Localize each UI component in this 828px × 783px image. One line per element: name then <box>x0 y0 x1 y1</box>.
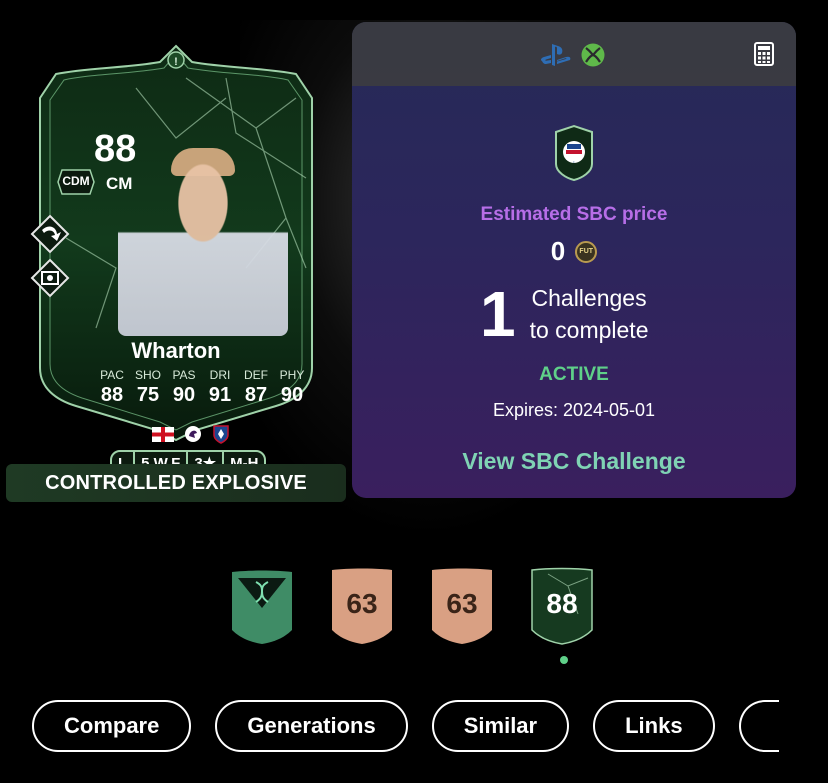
player-photo <box>118 146 288 336</box>
view-sbc-challenge-button[interactable]: View SBC Challenge <box>352 448 796 475</box>
platform-icons <box>540 42 606 68</box>
challenges-line-2: to complete <box>529 317 649 343</box>
calculator-icon[interactable] <box>754 42 774 66</box>
stat-phy: PHY 90 <box>279 368 305 406</box>
estimated-price-label: Estimated SBC price <box>480 204 668 225</box>
sbc-group-badge-icon: · <box>555 124 593 182</box>
league-logo-icon <box>185 426 201 442</box>
sbc-expires: Expires: 2024-05-01 <box>492 400 656 420</box>
challenges-count: 1 <box>480 278 516 350</box>
england-flag-icon <box>152 426 174 442</box>
version-evolution[interactable] <box>228 564 296 646</box>
tab-similar[interactable]: Similar <box>431 700 570 752</box>
sbc-price: 0 <box>550 236 566 266</box>
playstyle-banner: CONTROLLED EXPLOSIVE <box>6 464 346 502</box>
svg-text:·: · <box>573 160 575 166</box>
bottom-tabs: Compare Generations Similar Links <box>32 700 779 752</box>
stat-pas: PAS 90 <box>172 368 196 406</box>
card-stats: PAC 88 SHO 75 PAS 90 DRI 91 DEF 87 PHY 90 <box>94 368 310 407</box>
stat-sho: SHO 75 <box>134 368 161 406</box>
tab-links[interactable]: Links <box>593 700 715 752</box>
tab-more-partial[interactable] <box>738 700 779 752</box>
version-rating: 88 <box>546 588 578 619</box>
club-crest-icon <box>213 425 229 444</box>
sbc-panel-body: · Estimated SBC price 0 FUT 1 Challenges… <box>352 86 796 498</box>
sbc-status: ACTIVE <box>539 364 609 385</box>
card-badges <box>152 424 230 444</box>
alt-position-badge: CDM <box>56 168 96 196</box>
evolution-dna-icon <box>232 570 292 644</box>
version-bronze-2[interactable]: 63 <box>428 564 496 646</box>
card-rating: 88 <box>94 128 137 170</box>
challenges-line-1: Challenges <box>531 285 647 311</box>
svg-text:!: ! <box>174 56 178 68</box>
stat-pac: PAC 88 <box>100 368 124 406</box>
xbox-icon <box>581 43 605 67</box>
price-row: 0 FUT <box>352 236 796 267</box>
version-special-selected[interactable]: 88 <box>528 564 596 646</box>
tab-generations[interactable]: Generations <box>215 700 408 752</box>
playstyle-icon <box>30 258 70 298</box>
version-rating: 63 <box>346 588 378 619</box>
sbc-panel: · Estimated SBC price 0 FUT 1 Challenges… <box>352 22 796 498</box>
version-bronze-1[interactable]: 63 <box>328 564 396 646</box>
player-card[interactable]: ! CDM 88 CM Wharton PAC 88 SHO 75 PAS 90 DR… <box>26 38 326 476</box>
stat-dri: DRI 91 <box>208 368 232 406</box>
tab-compare[interactable]: Compare <box>32 700 192 752</box>
version-rating: 63 <box>446 588 478 619</box>
selected-version-indicator <box>560 656 568 664</box>
challenges-text: Challenges to complete <box>530 282 649 346</box>
stat-def: DEF 87 <box>244 368 268 406</box>
sbc-panel-header <box>352 22 796 86</box>
playstation-icon <box>540 44 571 66</box>
playstyle-plus-icon <box>30 214 70 254</box>
card-versions: 63 63 88 <box>228 564 596 646</box>
challenges-summary: 1 Challenges to complete <box>480 282 649 346</box>
fut-coin-icon: FUT <box>575 240 598 263</box>
player-name: Wharton <box>131 338 221 363</box>
